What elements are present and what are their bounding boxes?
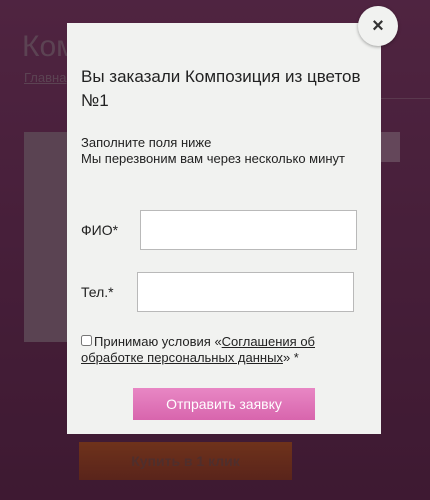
name-label: ФИО* xyxy=(81,222,119,238)
modal-hint: Заполните поля ниже Мы перезвоним вам че… xyxy=(81,135,366,167)
submit-button[interactable]: Отправить заявку xyxy=(133,388,315,420)
close-icon[interactable]: × xyxy=(358,6,398,46)
phone-label: Тел.* xyxy=(81,284,114,300)
phone-field[interactable] xyxy=(137,272,354,312)
hint-line-2: Мы перезвоним вам через несколько минут xyxy=(81,151,346,166)
order-modal: Вы заказали Композиция из цветов №1 Запо… xyxy=(67,23,381,434)
modal-title: Вы заказали Композиция из цветов №1 xyxy=(81,67,361,110)
hint-line-1: Заполните поля ниже xyxy=(81,135,212,150)
consent-suffix: » * xyxy=(282,350,299,365)
name-field[interactable] xyxy=(140,210,357,250)
consent-prefix: Принимаю условия « xyxy=(94,334,222,349)
consent-row: Принимаю условия «Соглашения об обработк… xyxy=(81,334,371,366)
consent-checkbox[interactable] xyxy=(81,335,92,346)
